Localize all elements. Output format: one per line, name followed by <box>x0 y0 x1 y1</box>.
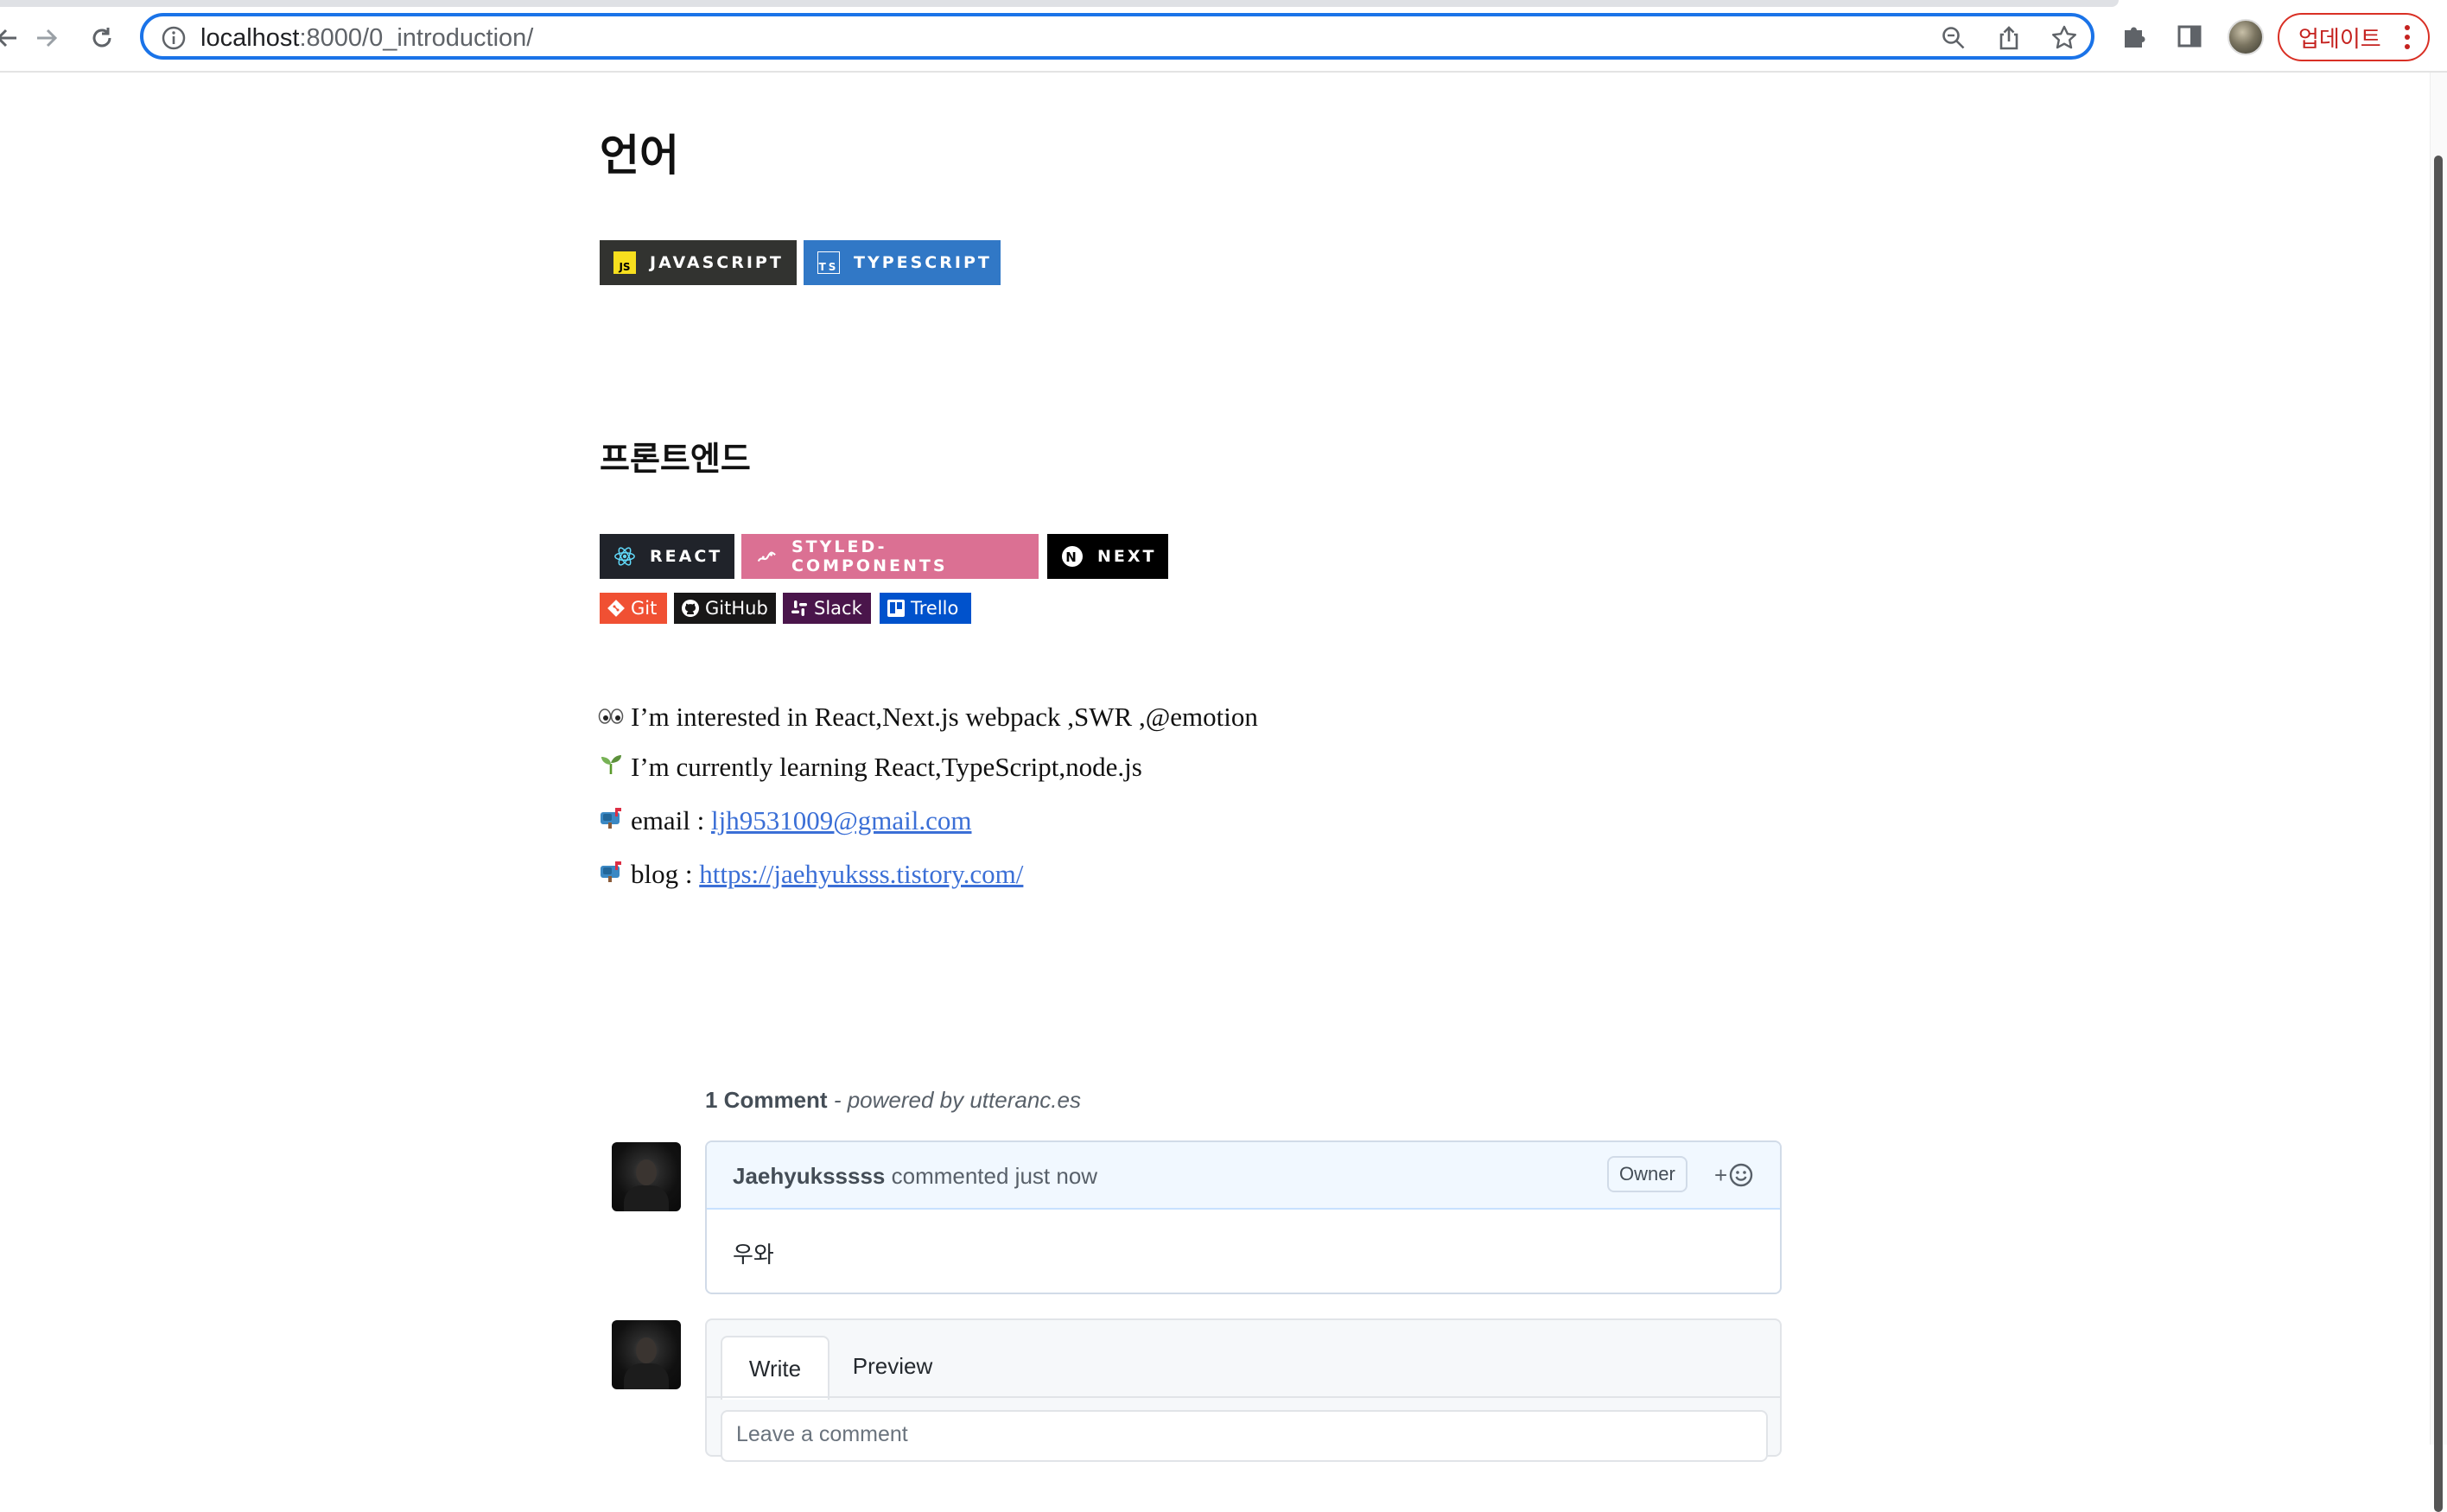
typescript-badge: TS TYPESCRIPT <box>804 240 1001 285</box>
comments-header: 1 Comment - powered by utteranc.es <box>705 1087 1081 1114</box>
back-arrow-icon <box>0 29 16 48</box>
slack-icon <box>790 599 809 618</box>
current-user-avatar[interactable] <box>612 1320 681 1389</box>
add-reaction-button[interactable]: + <box>1714 1159 1757 1191</box>
comment-author-avatar[interactable] <box>612 1142 681 1211</box>
powered-by: - powered by utteranc.es <box>833 1087 1081 1113</box>
comment-author-name[interactable]: Jaehyuksssss <box>733 1163 885 1189</box>
star-icon <box>2052 25 2076 49</box>
typescript-label: TYPESCRIPT <box>854 253 992 272</box>
styled-components-icon <box>755 545 778 568</box>
slack-label: Slack <box>814 598 862 619</box>
tab-write[interactable]: Write <box>721 1336 829 1400</box>
learning-text: I’m currently learning React,TypeScript,… <box>631 752 1142 782</box>
comment: Jaehyuksssss commented just now Owner + … <box>705 1140 1782 1294</box>
puzzle-icon <box>2125 27 2145 48</box>
address-bar[interactable]: localhost:8000/0_introduction/ <box>140 13 2094 60</box>
email-link[interactable]: ljh9531009@gmail.com <box>711 805 972 835</box>
url-text[interactable]: localhost:8000/0_introduction/ <box>200 24 533 53</box>
tab-preview[interactable]: Preview <box>836 1336 949 1396</box>
comment-textarea[interactable]: Leave a comment <box>721 1410 1768 1462</box>
page-scrollbar[interactable] <box>2430 73 2447 1512</box>
git-badge: Git <box>600 593 667 624</box>
reaction-plus: + <box>1714 1161 1728 1188</box>
trello-badge: Trello <box>880 593 971 624</box>
email-line: email : ljh9531009@gmail.com <box>598 805 971 836</box>
languages-heading: 언어 <box>600 130 679 181</box>
typescript-icon: TS <box>817 251 840 274</box>
zoom-icon <box>1942 27 1965 49</box>
bookmark-button[interactable] <box>2050 23 2079 53</box>
extensions-button[interactable] <box>2117 19 2151 54</box>
share-button[interactable] <box>1994 23 2024 53</box>
menu-dots-icon[interactable] <box>2404 23 2411 51</box>
learning-line: I’m currently learning React,TypeScript,… <box>598 752 1142 783</box>
forward-button[interactable] <box>28 19 66 57</box>
interested-text: I’m interested in React,Next.js webpack … <box>631 702 1258 732</box>
forward-arrow-icon <box>37 29 58 48</box>
next-label: NEXT <box>1097 547 1157 566</box>
git-label: Git <box>631 598 658 619</box>
info-icon[interactable] <box>161 25 187 51</box>
reload-button[interactable] <box>83 19 121 57</box>
github-badge: GitHub <box>674 593 776 624</box>
update-button[interactable]: 업데이트 <box>2278 13 2430 61</box>
github-label: GitHub <box>705 598 768 619</box>
trello-icon <box>887 599 906 618</box>
javascript-icon-text: JS <box>618 261 630 273</box>
blog-link[interactable]: https://jaehyuksss.tistory.com/ <box>699 859 1023 889</box>
comment-editor: Write Preview Leave a comment <box>705 1318 1782 1462</box>
next-badge: N NEXT <box>1047 534 1168 579</box>
nextjs-icon-text: N <box>1065 550 1079 565</box>
comment-header: Jaehyuksssss commented just now Owner + <box>707 1142 1780 1210</box>
owner-badge: Owner <box>1607 1156 1687 1192</box>
react-badge: REACT <box>600 534 734 579</box>
update-label: 업데이트 <box>2298 25 2381 52</box>
react-label: REACT <box>650 547 723 566</box>
javascript-icon: JS <box>613 251 636 274</box>
mailbox-icon <box>598 805 626 836</box>
trello-label: Trello <box>911 598 959 619</box>
tab-strip <box>0 0 2119 7</box>
comment-count: 1 Comment <box>705 1087 828 1113</box>
back-button[interactable] <box>0 19 26 57</box>
styled-components-badge: STYLED-COMPONENTS <box>741 534 1039 579</box>
profile-avatar[interactable] <box>2228 19 2264 55</box>
react-icon <box>613 545 636 568</box>
zoom-button[interactable] <box>1939 23 1968 53</box>
comment-body: 우와 <box>733 1242 774 1268</box>
tab-divider <box>707 1396 1780 1398</box>
eyes-icon <box>598 702 626 733</box>
comment-action: commented just now <box>891 1163 1098 1189</box>
comment-meta: Jaehyuksssss commented just now <box>733 1163 1097 1190</box>
mailbox-icon <box>598 859 626 890</box>
reload-icon <box>92 28 111 48</box>
github-icon <box>681 599 700 618</box>
javascript-label: JAVASCRIPT <box>650 253 784 272</box>
scrollbar-thumb[interactable] <box>2434 156 2443 1512</box>
frontend-heading: 프론트엔드 <box>600 440 751 478</box>
git-icon <box>607 599 626 618</box>
smiley-icon <box>1729 1163 1753 1187</box>
slack-badge: Slack <box>783 593 871 624</box>
nextjs-icon: N <box>1061 545 1084 568</box>
javascript-badge: JS JAVASCRIPT <box>600 240 797 285</box>
side-panel-button[interactable] <box>2172 19 2207 54</box>
browser-toolbar: localhost:8000/0_introduction/ 업데이트 <box>0 0 2447 73</box>
email-prefix: email : <box>631 805 705 835</box>
blog-line: blog : https://jaehyuksss.tistory.com/ <box>598 859 1023 890</box>
typescript-icon-text: TS <box>819 261 839 273</box>
styled-components-label: STYLED-COMPONENTS <box>791 537 948 575</box>
share-icon <box>1999 26 2018 50</box>
blog-prefix: blog : <box>631 859 693 889</box>
seedling-icon <box>598 752 626 783</box>
interested-line: I’m interested in React,Next.js webpack … <box>598 702 1258 733</box>
side-panel-icon <box>2177 25 2202 48</box>
